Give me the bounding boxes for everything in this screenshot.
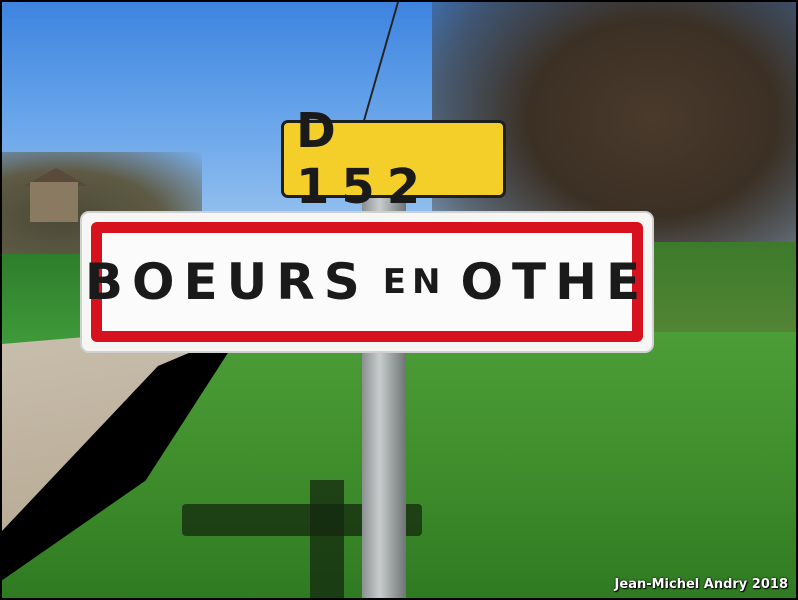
route-number-sign: D 152	[281, 103, 506, 215]
house	[30, 182, 78, 222]
town-name-first: BOEURS	[84, 253, 369, 311]
photo-credit: Jean-Michel Andry 2018	[614, 577, 788, 592]
photo-scene: D 152 BOEURS EN OTHE Jean-Michel Andry 2…	[0, 0, 798, 600]
town-entry-sign: BOEURS EN OTHE	[80, 211, 654, 353]
route-number: D 152	[296, 103, 433, 215]
town-name-join: EN	[382, 262, 447, 302]
town-name-last: OTHE	[460, 253, 650, 311]
town-sign-frame: BOEURS EN OTHE	[85, 222, 643, 342]
